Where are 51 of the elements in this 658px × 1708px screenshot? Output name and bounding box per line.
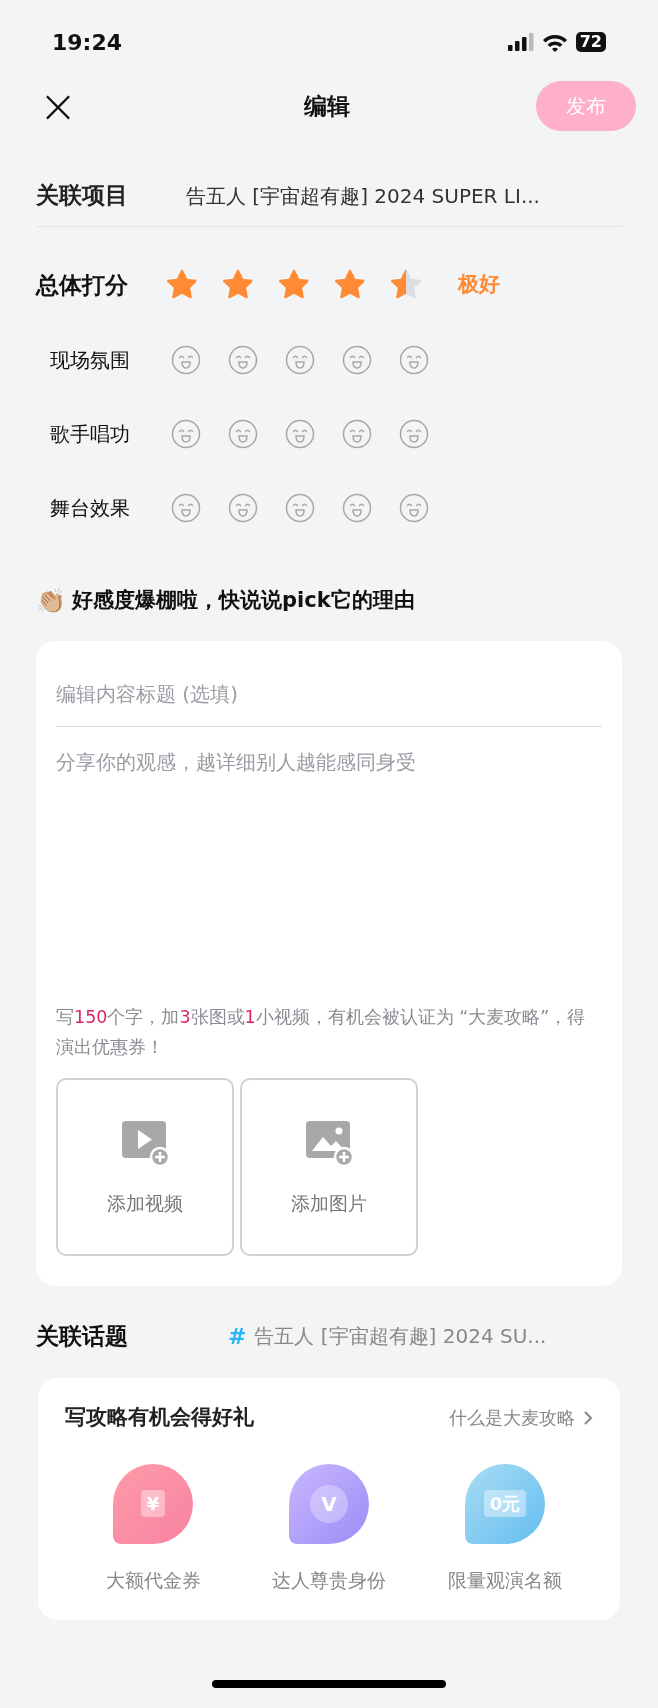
wifi-icon [541,32,568,52]
project-label: 关联项目 [36,181,129,211]
status-time: 19:24 [52,28,123,57]
writing-tip: 写150个字，加3张图或1小视频，有机会被认证为 “大麦攻略”，得演出优惠券！ [56,1006,587,1059]
battery-indicator: 72 [575,32,606,52]
smiley-face-icon[interactable] [399,493,429,523]
rewards-title: 写攻略有机会得好礼 [65,1404,254,1431]
reward-label: 大额代金券 [105,1567,201,1593]
reward-icon: 0元 [465,1463,545,1544]
rating-category-label: 舞台效果 [50,495,131,522]
chevron-right-icon [583,1409,593,1426]
add-image-button[interactable]: 添加图片 [240,1078,418,1256]
clapping-emoji: 👏🏼 [36,586,66,617]
smiley-face-icon[interactable] [171,493,201,523]
overall-rating-label: 总体打分 [36,270,129,300]
hash-icon: # [228,1319,247,1353]
topic-value[interactable]: 告五人 [宇宙超有趣] 2024 SU... [254,1321,547,1351]
smiley-face-icon[interactable] [228,419,258,449]
smiley-face-icon[interactable] [285,419,315,449]
title-input[interactable]: 编辑内容标题 (选填) [56,661,602,727]
rewards-info-link[interactable]: 什么是大麦攻略 [449,1404,593,1432]
smiley-face-icon[interactable] [342,493,372,523]
add-video-button[interactable]: 添加视频 [56,1078,234,1256]
smiley-face-icon[interactable] [171,345,201,375]
rating-category-label: 现场氛围 [50,347,131,374]
smiley-face-icon[interactable] [228,493,258,523]
prompt-text: 好感度爆棚啦，快说说pick它的理由 [72,587,415,615]
content-input[interactable]: 分享你的观感，越详细别人越能感同身受 [56,727,602,995]
face-rating[interactable] [171,493,429,523]
rating-verdict: 极好 [458,271,500,299]
smiley-face-icon[interactable] [399,345,429,375]
face-rating[interactable] [171,345,429,375]
reward-icon: V [289,1463,369,1544]
smiley-face-icon[interactable] [171,419,201,449]
signal-icon [507,33,534,51]
page-title: 编辑 [303,91,350,121]
smiley-face-icon[interactable] [228,345,258,375]
smiley-face-icon[interactable] [285,493,315,523]
rating-category-label: 歌手唱功 [50,421,131,448]
editor-card[interactable]: 编辑内容标题 (选填) 分享你的观感，越详细别人越能感同身受 写150个字，加3张图或1小视频，有机会被认证为 “大麦攻略”，得演出优惠券！ 添加视频 添加图片 [36,641,622,1286]
topic-label: 关联话题 [36,1321,129,1351]
reward-label: 限量观演名额 [448,1567,562,1593]
smiley-face-icon[interactable] [342,345,372,375]
reward-icon: ¥ [113,1463,193,1544]
face-rating[interactable] [171,419,429,449]
reward-label: 达人尊贵身份 [272,1567,386,1593]
close-button[interactable]: × [38,83,78,129]
project-value[interactable]: 告五人 [宇宙超有趣] 2024 SUPER LI... [186,180,540,211]
smiley-face-icon[interactable] [399,419,429,449]
smiley-face-icon[interactable] [342,419,372,449]
smiley-face-icon[interactable] [285,345,315,375]
